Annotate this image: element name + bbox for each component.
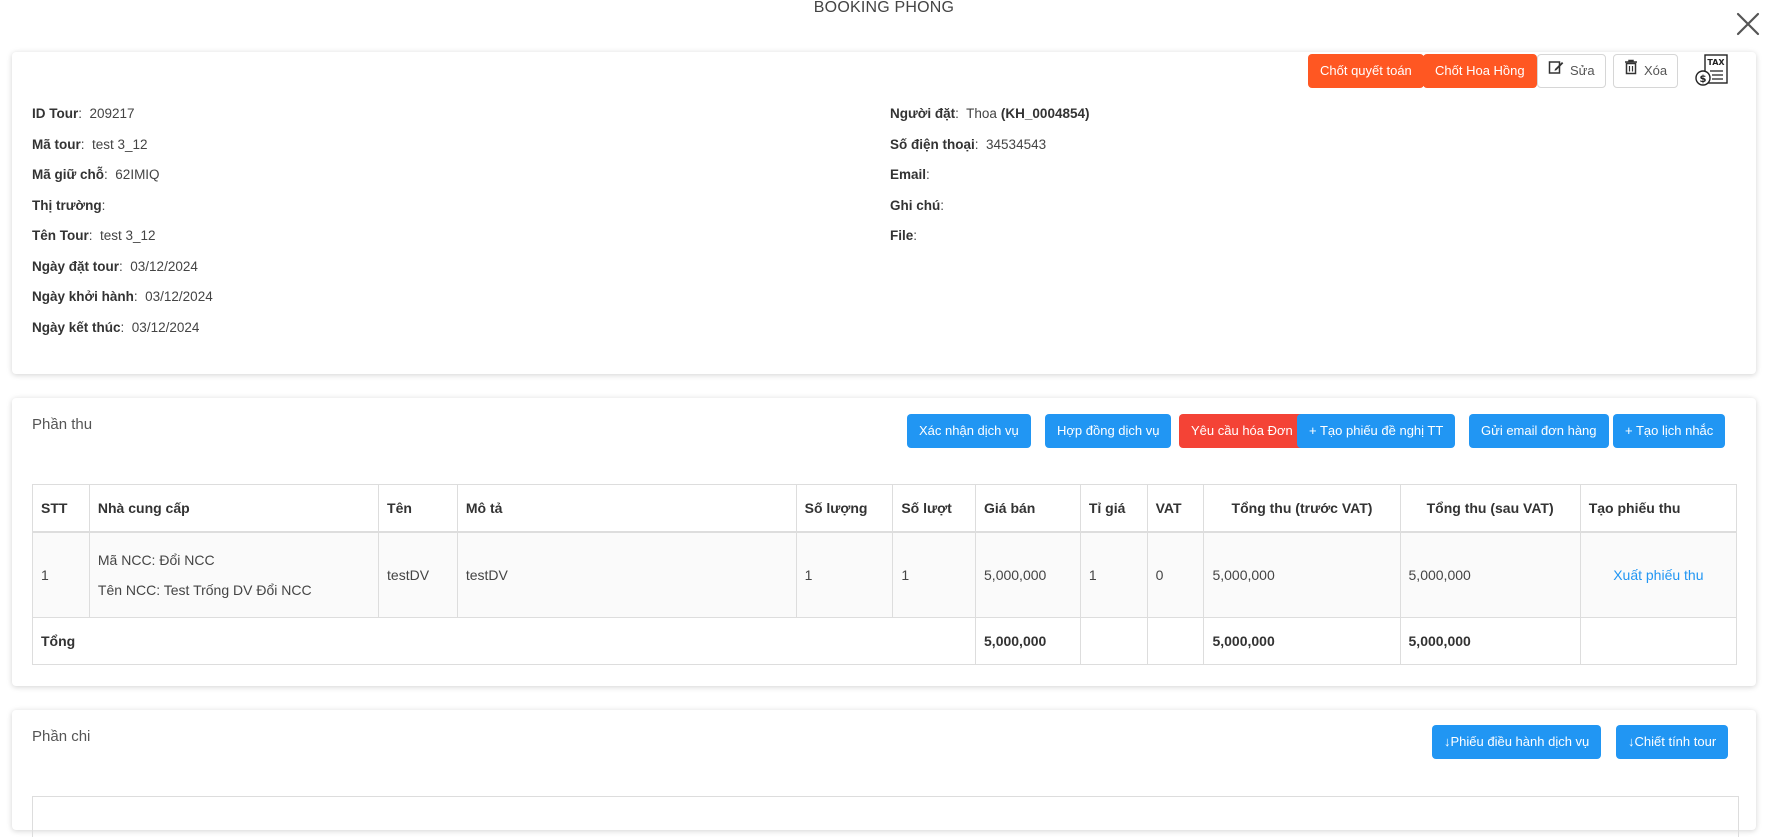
info-thi-truong: Thị trường: bbox=[32, 198, 106, 213]
gui-email-don-hang-button[interactable]: Gửi email đơn hàng bbox=[1469, 414, 1609, 448]
delete-button[interactable]: Xóa bbox=[1613, 54, 1679, 88]
table-row: 1 Mã NCC: Đổi NCC Tên NCC: Test Trống DV… bbox=[32, 531, 1738, 618]
yeu-cau-hoa-don-button[interactable]: Yêu cầu hóa Đơn bbox=[1179, 414, 1305, 448]
info-file: File: bbox=[890, 228, 918, 243]
ten-ncc: Tên NCC: Test Trống DV Đổi NCC bbox=[97, 582, 312, 598]
info-id-tour: ID Tour: 209217 bbox=[32, 106, 135, 121]
col-tong-sau-vat: Tổng thu (sau VAT) bbox=[1399, 484, 1581, 533]
edit-label: Sửa bbox=[1570, 63, 1595, 78]
info-nguoi-dat: Người đặt: Thoa (KH_0004854) bbox=[890, 106, 1090, 121]
cell-tong-sau-vat: 5,000,000 bbox=[1399, 531, 1581, 618]
cell-so-luong: 1 bbox=[795, 531, 894, 618]
delete-label: Xóa bbox=[1644, 63, 1668, 78]
ma-ncc: Mã NCC: Đổi NCC bbox=[97, 552, 215, 568]
chot-quyet-toan-button[interactable]: Chốt quyết toán bbox=[1308, 54, 1424, 88]
tao-phieu-de-nghi-button[interactable]: + Tạo phiếu đề nghị TT bbox=[1297, 414, 1456, 448]
info-ngay-dat-tour: Ngày đặt tour: 03/12/2024 bbox=[32, 259, 198, 274]
col-ten: Tên bbox=[378, 484, 458, 533]
total-vat bbox=[1146, 617, 1205, 665]
edit-button[interactable]: Sửa bbox=[1537, 54, 1606, 88]
info-ngay-khoi-hanh: Ngày khởi hành: 03/12/2024 bbox=[32, 289, 213, 304]
phan-thu-card: Phần thu Xác nhận dịch vụ Hợp đồng dịch … bbox=[12, 398, 1756, 686]
cell-tao-phieu-thu: Xuất phiếu thu bbox=[1579, 531, 1738, 618]
col-tong-truoc-vat: Tổng thu (trước VAT) bbox=[1203, 484, 1401, 533]
info-ten-tour: Tên Tour: test 3_12 bbox=[32, 228, 156, 243]
hop-dong-dich-vu-button[interactable]: Hợp đồng dịch vụ bbox=[1045, 414, 1172, 448]
info-email: Email: bbox=[890, 167, 930, 182]
trash-icon bbox=[1624, 54, 1638, 88]
col-stt: STT bbox=[32, 484, 90, 533]
info-ma-tour: Mã tour: test 3_12 bbox=[32, 137, 148, 152]
col-gia-ban: Giá bán bbox=[975, 484, 1081, 533]
cell-mo-ta: testDV bbox=[456, 531, 797, 618]
phan-chi-title: Phần chi bbox=[32, 728, 91, 745]
phan-thu-table: STT Nhà cung cấp Tên Mô tả Số lượng Số l… bbox=[31, 484, 1738, 665]
phan-thu-title: Phần thu bbox=[32, 416, 93, 433]
edit-icon bbox=[1548, 54, 1564, 88]
col-so-luot: Số lượt bbox=[892, 484, 977, 533]
col-vat: VAT bbox=[1146, 484, 1205, 533]
cell-tong-truoc-vat: 5,000,000 bbox=[1203, 531, 1401, 618]
booking-info-card: Chốt quyết toán Chốt Hoa Hồng Sửa Xóa TA… bbox=[12, 52, 1756, 374]
xac-nhan-dich-vu-button[interactable]: Xác nhận dịch vụ bbox=[907, 414, 1031, 448]
info-ngay-ket-thuc: Ngày kết thúc: 03/12/2024 bbox=[32, 320, 200, 335]
total-label: Tổng bbox=[31, 617, 977, 665]
info-ma-giu-cho: Mã giữ chỗ: 62IMIQ bbox=[32, 167, 160, 182]
chot-hoa-hong-button[interactable]: Chốt Hoa Hồng bbox=[1423, 54, 1537, 88]
cell-ti-gia: 1 bbox=[1079, 531, 1148, 618]
phieu-dieu-hanh-dich-vu-button[interactable]: ↓Phiếu điều hành dịch vụ bbox=[1432, 725, 1602, 759]
cell-gia-ban: 5,000,000 bbox=[975, 531, 1081, 618]
total-tong-sau-vat: 5,000,000 bbox=[1399, 617, 1581, 665]
table-header-row: STT Nhà cung cấp Tên Mô tả Số lượng Số l… bbox=[32, 484, 1738, 533]
cell-nha-cung-cap: Mã NCC: Đổi NCC Tên NCC: Test Trống DV Đ… bbox=[88, 531, 380, 618]
col-mo-ta: Mô tả bbox=[456, 484, 797, 533]
svg-text:TAX: TAX bbox=[1707, 58, 1725, 67]
tax-invoice-icon[interactable]: TAX $ bbox=[1694, 54, 1730, 88]
cell-ten: testDV bbox=[378, 531, 458, 618]
col-nha-cung-cap: Nhà cung cấp bbox=[88, 484, 380, 533]
info-so-dien-thoai: Số điện thoại: 34534543 bbox=[890, 137, 1047, 152]
total-ti-gia bbox=[1079, 617, 1148, 665]
col-so-luong: Số lượng bbox=[795, 484, 894, 533]
info-ghi-chu: Ghi chú: bbox=[890, 198, 945, 213]
table-total-row: Tổng 5,000,000 5,000,000 5,000,000 bbox=[31, 617, 1738, 665]
close-icon[interactable] bbox=[1734, 10, 1762, 38]
cell-so-luot: 1 bbox=[892, 531, 977, 618]
phan-chi-card: Phần chi ↓Phiếu điều hành dịch vụ ↓Chiết… bbox=[12, 710, 1756, 837]
tao-lich-nhac-button[interactable]: + Tạo lịch nhắc bbox=[1613, 414, 1726, 448]
cell-vat: 0 bbox=[1146, 531, 1205, 618]
total-tong-truoc-vat: 5,000,000 bbox=[1203, 617, 1401, 665]
phan-chi-table bbox=[32, 796, 1739, 837]
modal-title: BOOKING PHÒNG bbox=[813, 0, 955, 16]
xuat-phieu-thu-link[interactable]: Xuất phiếu thu bbox=[1613, 567, 1703, 583]
col-ti-gia: Tỉ giá bbox=[1079, 484, 1148, 533]
col-tao-phieu-thu: Tạo phiếu thu bbox=[1579, 484, 1738, 533]
svg-text:$: $ bbox=[1700, 74, 1707, 85]
cell-stt: 1 bbox=[32, 531, 90, 618]
total-tao-phieu-thu bbox=[1579, 617, 1738, 665]
chiet-tinh-tour-button[interactable]: ↓Chiết tính tour bbox=[1616, 725, 1729, 759]
total-gia-ban: 5,000,000 bbox=[975, 617, 1081, 665]
